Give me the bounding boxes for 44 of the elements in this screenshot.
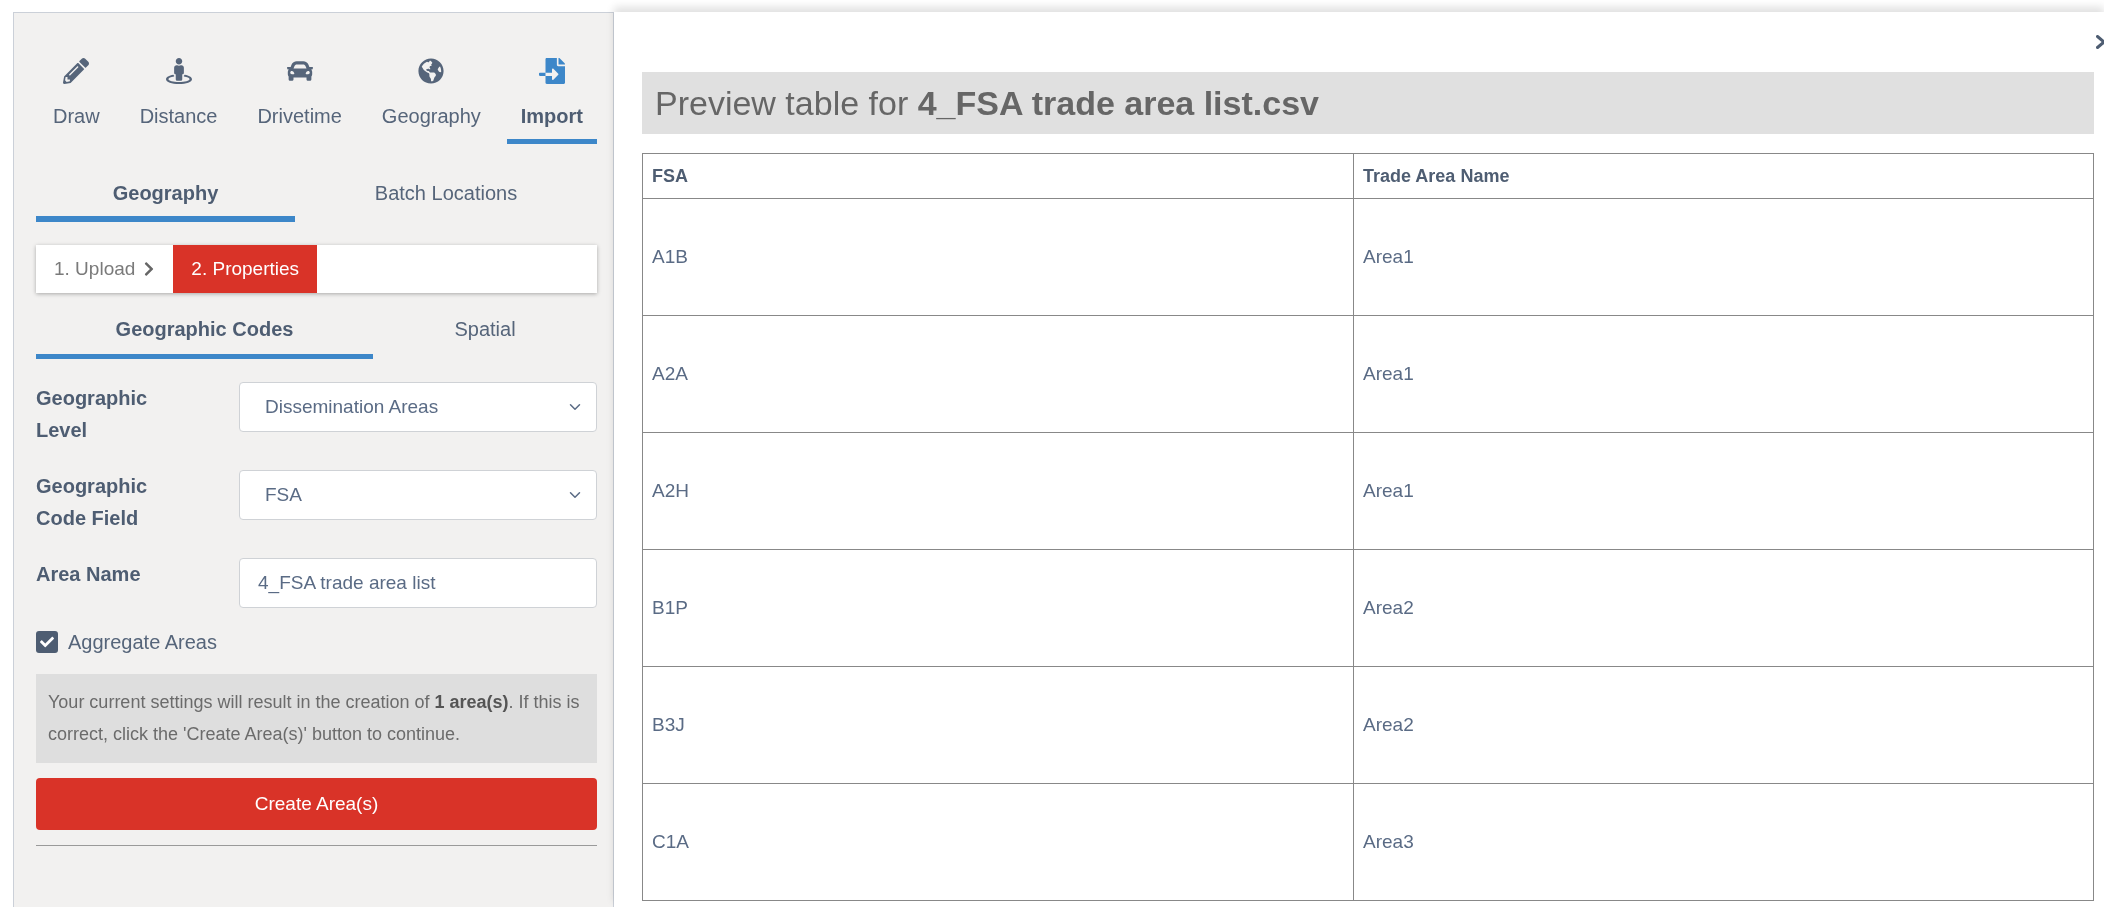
mode-tab[interactable]: Distance [125,58,232,144]
mode-tab[interactable]: Draw [39,58,114,144]
table-header-cell: FSA [642,153,1354,199]
chevron-right-icon [143,261,156,277]
table-cell: Area1 [1353,315,2094,433]
code-tab[interactable]: Geographic Codes [36,309,373,359]
table-cell: A2H [642,432,1354,550]
table-cell: C1A [642,783,1354,901]
create-area-button[interactable]: Create Area(s) [36,778,597,830]
car-icon [286,58,313,84]
field-label: Geographic Level [36,386,149,443]
file-arrow-icon [538,58,565,84]
mode-tab[interactable]: Import [506,58,597,144]
preview-title: Preview table for 4_FSA trade area list.csv [655,83,1319,123]
field-label: Geographic Code Field [36,474,149,531]
table-cell: A1B [642,198,1354,316]
table-cell: A2A [642,315,1354,433]
person-pin-icon [165,58,192,84]
table-cell: B3J [642,666,1354,784]
table-header-cell: Trade Area Name [1353,153,2094,199]
sub-tab[interactable]: Batch Locations [295,173,597,222]
field-label: Area Name [36,562,142,587]
table-cell: Area3 [1353,783,2094,901]
globe-icon [418,58,445,84]
table-cell: Area1 [1353,198,2094,316]
checkbox-label: Aggregate Areas [68,630,217,654]
text-field[interactable]: 4_FSA trade area list [239,558,597,608]
checkbox[interactable] [36,631,58,653]
table-cell: Area2 [1353,666,2094,784]
step-tab[interactable]: 1. Upload [36,245,174,293]
info-message: Your current settings will result in the creation of 1 area(s). If this is correct, click the 'Create Area(s)' button to continue. [36,674,597,763]
dropdown[interactable]: Dissemination Areas [239,382,597,432]
mode-tab[interactable]: Drivetime [243,58,356,144]
table-cell: Area1 [1353,432,2094,550]
step-tab[interactable]: 2. Properties [173,245,318,293]
dropdown[interactable]: FSA [239,470,597,520]
code-tab[interactable]: Spatial [373,309,597,359]
sub-tab[interactable]: Geography [36,173,295,222]
check-icon [40,635,54,649]
pencil-icon [63,58,90,84]
close-icon[interactable] [2096,35,2104,49]
mode-tab[interactable]: Geography [367,58,495,144]
table-cell: B1P [642,549,1354,667]
table-cell: Area2 [1353,549,2094,667]
